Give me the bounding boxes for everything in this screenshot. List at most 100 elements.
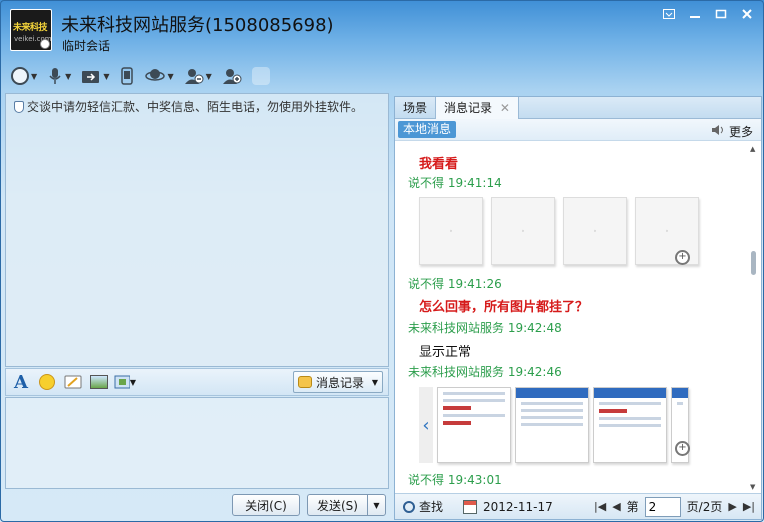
maximize-button[interactable] (709, 5, 733, 23)
emoji-button[interactable] (36, 371, 58, 393)
side-tabs: 场景 消息记录 ✕ (395, 97, 761, 119)
close-button[interactable]: 关闭(C) (232, 494, 300, 516)
chevron-down-icon: ▼ (103, 71, 110, 81)
magic-emoji-button[interactable] (62, 371, 84, 393)
image-thumbnail[interactable]: ◦ (491, 197, 555, 265)
send-button[interactable]: 发送(S) (307, 494, 367, 516)
app-icon (251, 67, 270, 85)
chevron-up-icon[interactable]: ▲ (750, 145, 755, 153)
send-options-button[interactable]: ▼ (367, 494, 386, 516)
maximize-icon (715, 9, 727, 19)
scrollbar[interactable]: ▲ ▼ (750, 145, 758, 491)
scroll-thumb[interactable] (751, 251, 756, 275)
zoom-icon[interactable]: + (675, 250, 690, 265)
local-messages-button[interactable]: 本地消息 (398, 121, 457, 138)
last-page-icon[interactable]: ▶| (743, 500, 755, 513)
chevron-down-icon: ▼ (205, 71, 212, 81)
minimize-button[interactable] (683, 5, 707, 23)
user-add-icon (222, 69, 242, 84)
clock-icon (40, 39, 50, 49)
message-text: 怎么回事，所有图片都挂了？ (419, 300, 589, 315)
chat-bubble-icon (298, 376, 312, 388)
find-label: 查找 (419, 500, 444, 514)
message-text: 我看看 (419, 157, 459, 172)
menu-button[interactable] (657, 5, 681, 23)
page-prefix: 第 (626, 500, 639, 514)
window-controls (657, 5, 759, 23)
webcam-icon (11, 67, 29, 85)
history-footer: 查找 2012-11-17 |◀ ◀ 第 页/2页 ▶ ▶| (395, 493, 761, 519)
send-file-button[interactable]: ▼ (79, 65, 111, 87)
notice-text: 交谈中请勿轻信汇款、中奖信息、陌生电话，勿使用外挂软件。 (27, 100, 364, 114)
message-history-button[interactable]: 消息记录 ▼ (293, 371, 383, 393)
magic-wand-icon (64, 375, 82, 389)
send-image-button[interactable] (88, 371, 110, 393)
minimize-icon (690, 16, 700, 18)
first-page-icon[interactable]: |◀ (594, 500, 606, 513)
message-sender: 说不得 19:41:26 (408, 277, 502, 291)
image-attachments: ◦ ◦ ◦ ◦ (419, 197, 699, 265)
tab-scene[interactable]: 场景 (395, 97, 435, 119)
tab-label: 消息记录 (444, 101, 493, 115)
message-text: 显示正常 (419, 345, 472, 360)
more-button[interactable]: 更多 (729, 123, 753, 140)
close-window-button[interactable] (735, 5, 759, 23)
dropdown-menu-icon (663, 9, 675, 19)
share-button[interactable]: ▼ (143, 65, 175, 87)
message-history-label: 消息记录 (316, 375, 365, 390)
image-thumbnail[interactable] (593, 387, 667, 463)
image-icon (90, 375, 108, 389)
video-call-button[interactable]: ▼ (9, 65, 39, 87)
security-notice: 交谈中请勿轻信汇款、中奖信息、陌生电话，勿使用外挂软件。 (14, 98, 363, 115)
chevron-left-icon[interactable]: ‹ (419, 387, 433, 463)
microphone-icon (49, 68, 61, 84)
contact-options-button[interactable]: ▼ (182, 65, 214, 87)
chevron-down-icon: ▼ (129, 377, 136, 387)
image-thumbnail[interactable]: ◦ (563, 197, 627, 265)
close-icon[interactable]: ✕ (500, 101, 510, 115)
find-button[interactable]: 查找 (403, 498, 443, 515)
remote-assist-button[interactable] (117, 65, 137, 87)
screenshot-icon (114, 375, 130, 389)
search-icon (403, 500, 415, 513)
avatar[interactable]: 未来科技 veikei.com (10, 9, 52, 51)
satellite-icon (145, 69, 166, 81)
chat-display-area[interactable]: 交谈中请勿轻信汇款、中奖信息、陌生电话，勿使用外挂软件。 (5, 93, 389, 367)
page-suffix: 页/2页 (686, 500, 723, 514)
tab-message-history[interactable]: 消息记录 ✕ (435, 97, 519, 119)
smiley-icon (39, 374, 55, 390)
screenshot-attachments: ‹ (419, 387, 689, 463)
page-number-input[interactable] (644, 496, 681, 517)
toolbar: ▼ ▼ ▼ ▼ ▼ (9, 64, 272, 88)
speaker-icon (712, 125, 723, 135)
date-picker[interactable]: 2012-11-17 (463, 499, 553, 514)
pagination: |◀ ◀ 第 页/2页 ▶ ▶| (594, 496, 755, 517)
image-thumbnail[interactable] (515, 387, 589, 463)
user-remove-icon (184, 69, 204, 84)
shield-icon (14, 100, 24, 113)
font-button[interactable]: A (10, 371, 32, 393)
message-list[interactable]: 我看看 说不得 19:41:14 ◦ ◦ ◦ ◦ + 说不得 19:41:26 … (395, 141, 751, 493)
image-thumbnail[interactable] (437, 387, 511, 463)
font-icon: A (14, 371, 28, 393)
close-icon (742, 9, 752, 19)
zoom-icon[interactable]: + (675, 441, 690, 456)
image-thumbnail[interactable]: ◦ (419, 197, 483, 265)
voice-call-button[interactable]: ▼ (45, 65, 73, 87)
phone-icon (121, 67, 134, 85)
add-contact-button[interactable] (220, 65, 244, 87)
message-sender: 未来科技网站服务 19:42:48 (408, 321, 562, 335)
message-input[interactable] (5, 397, 389, 489)
previous-page-icon[interactable]: ◀ (612, 500, 620, 513)
chevron-down-icon: ▼ (373, 500, 380, 510)
message-sender: 说不得 19:41:14 (408, 176, 502, 190)
screenshot-button[interactable]: ▼ (114, 371, 136, 393)
chat-window: 未来科技 veikei.com 未来科技网站服务(1508085698) 临时会… (0, 0, 764, 522)
chevron-down-icon[interactable]: ▼ (750, 483, 755, 491)
session-type: 临时会话 (62, 39, 111, 53)
message-sender: 未来科技网站服务 19:42:46 (408, 365, 562, 379)
chevron-down-icon: ▼ (167, 71, 174, 81)
next-page-icon[interactable]: ▶ (728, 500, 736, 513)
chevron-down-icon: ▼ (31, 71, 38, 81)
avatar-brand: 未来科技 (13, 23, 48, 33)
